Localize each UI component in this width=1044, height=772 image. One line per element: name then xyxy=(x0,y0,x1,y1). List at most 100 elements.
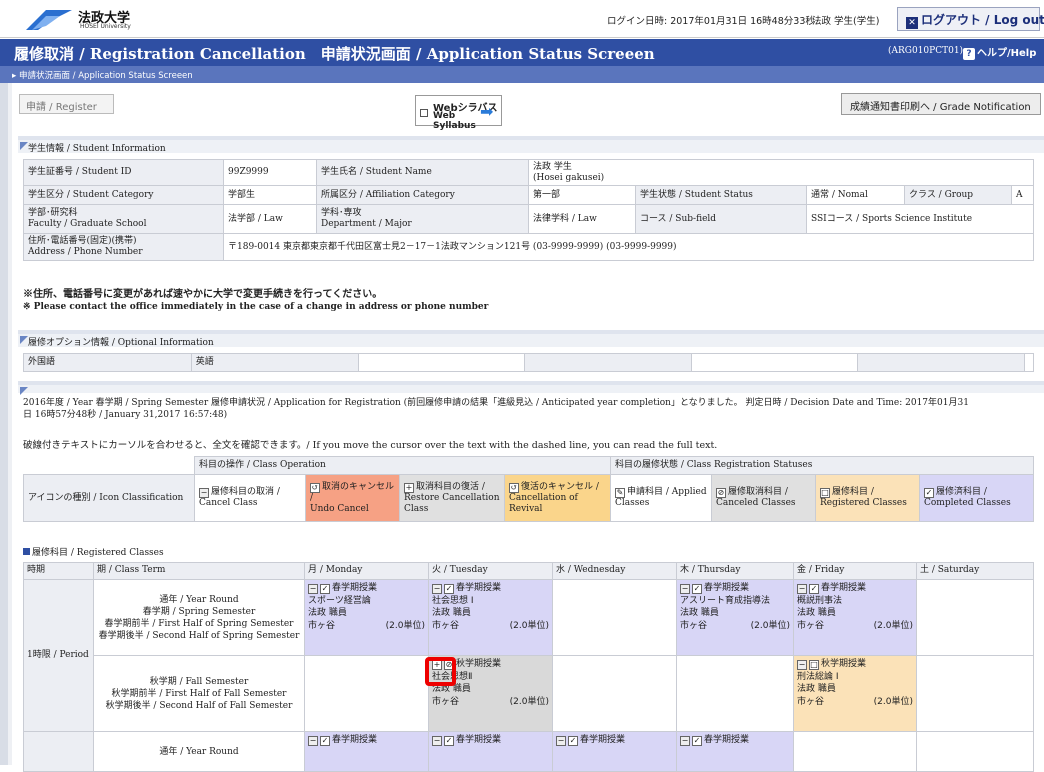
course-label: コース / Sub-field xyxy=(635,204,807,234)
course-term-tag: 春学期授業 xyxy=(332,583,378,593)
term-spring-cell: 通年 / Year Round 春学期 / Spring Semester 春学… xyxy=(93,579,305,656)
completed-check-icon: ✓ xyxy=(444,736,454,746)
course-cell-monday-2[interactable]: − ✓ 春学期授業 xyxy=(304,731,429,772)
cancel-class-icon[interactable]: − xyxy=(680,584,690,594)
course-name: 社会思想 I xyxy=(432,595,474,606)
department-label: 学科･専攻 Department / Major xyxy=(316,204,529,234)
cancel-class-icon[interactable]: − xyxy=(680,736,690,746)
student-id-label: 学生証番号 / Student ID xyxy=(23,159,224,186)
course-cell-friday[interactable]: − ✓ 春学期授業 概説刑事法 法政 職員 市ヶ谷 (2.0単位) xyxy=(793,579,917,656)
course-cell-thursday[interactable]: − ✓ 春学期授業 アスリート育成指導法 法政 職員 市ヶ谷 (2.0単位) xyxy=(676,579,794,656)
course-cell-tuesday[interactable]: − ✓ 春学期授業 社会思想 I 法政 職員 市ヶ谷 (2.0単位) xyxy=(428,579,553,656)
student-status-label: 学生状態 / Student Status xyxy=(635,185,807,205)
course-name: スポーツ経営論 xyxy=(308,595,371,606)
registration-status-line1: 2016年度 / Year 春学期 / Spring Semester 履修申請… xyxy=(23,398,969,408)
arrow-right-icon: ➡ xyxy=(480,102,494,121)
faculty-label: 学部･研究科 Faculty / Graduate School xyxy=(23,204,224,234)
empty-cell xyxy=(690,353,859,372)
university-logo-subtext: HOSEI University xyxy=(80,23,131,30)
registered-icon: □ xyxy=(809,660,819,670)
group-label: クラス / Group xyxy=(904,185,1012,205)
legend-label: 履修済科目 / xyxy=(936,487,987,497)
student-category-value: 学部生 xyxy=(223,185,317,205)
course-cell-wednesday-2[interactable]: − ✓ 春学期授業 xyxy=(552,731,677,772)
col-header-period: 時期 xyxy=(23,562,94,580)
course-teacher: 法政 職員 xyxy=(680,608,719,618)
legend-canceled: ⊘ 履修取消科目 / Canceled Classes xyxy=(711,474,816,522)
student-id-value: 99Z9999 xyxy=(223,159,317,186)
department-value: 法律学科 / Law xyxy=(528,204,636,234)
col-header-thursday: 木 / Thursday xyxy=(676,562,794,580)
term-label: 春学期後半 / Second Half of Spring Semester xyxy=(98,630,300,641)
course-cell-thursday-2[interactable]: − ✓ 春学期授業 xyxy=(676,731,794,772)
course-cell-monday[interactable]: − ✓ 春学期授業 スポーツ経営論 法政 職員 市ヶ谷 (2.0単位) xyxy=(304,579,429,656)
course-teacher: 法政 職員 xyxy=(432,608,471,618)
breadcrumb: ▸ 申請状況画面 / Application Status Screeen xyxy=(0,66,1044,83)
legend-label: Canceled Classes xyxy=(716,498,796,508)
help-button[interactable]: ? ヘルプ/Help xyxy=(963,44,1036,60)
col-header-saturday: 土 / Saturday xyxy=(916,562,1034,580)
department-label-en: Department / Major xyxy=(321,219,412,229)
legend-label: 申請科目 / Applied xyxy=(627,487,707,497)
registered-icon: □ xyxy=(820,488,830,498)
course-cell-friday-fall[interactable]: − □ 秋学期授業 刑法総論 I 法政 職員 市ヶ谷 (2.0単位) xyxy=(793,655,917,732)
course-term-tag: 春学期授業 xyxy=(456,735,502,745)
registration-status-line2: 日 16時57分48秒 / January 31,2017 16:57:48) xyxy=(23,410,228,420)
term-label: 秋学期 / Fall Semester xyxy=(149,676,249,687)
web-syllabus-button[interactable]: Webシラバス Web Syllabus ➡ xyxy=(415,95,502,131)
legend-label: 取消科目の復活 / xyxy=(416,481,485,492)
logout-icon: ✕ xyxy=(906,17,918,29)
completed-check-icon: ✓ xyxy=(444,584,454,594)
breadcrumb-item[interactable]: 申請状況画面 / Application Status Screeen xyxy=(19,71,193,81)
canceled-icon: ⊘ xyxy=(716,488,726,498)
empty-cell xyxy=(1024,353,1034,372)
col-header-term: 期 / Class Term xyxy=(93,562,305,580)
legend-label: 復活のキャンセル / xyxy=(521,481,599,492)
course-term-tag: 春学期授業 xyxy=(704,583,750,593)
registration-header-bar xyxy=(18,381,1044,395)
legend-registered: □ 履修科目 / Registered Classes xyxy=(815,474,920,522)
grade-notification-button[interactable]: 成績通知書印刷へ / Grade Notification xyxy=(841,93,1041,115)
cancel-class-icon[interactable]: − xyxy=(432,736,442,746)
left-stripe-inner xyxy=(8,83,12,765)
term-fall-cell: 秋学期 / Fall Semester 秋学期前半 / First Half o… xyxy=(93,655,305,732)
course-teacher: 法政 職員 xyxy=(797,608,836,618)
course-teacher: 法政 職員 xyxy=(797,684,836,694)
cancel-class-icon[interactable]: − xyxy=(797,660,807,670)
empty-cell-friday xyxy=(793,731,917,772)
address-label-jp: 住所･電話番号(固定)(携帯) xyxy=(28,236,137,246)
legend-label: Class xyxy=(404,503,429,514)
cancel-class-icon[interactable]: − xyxy=(308,736,318,746)
course-credits: (2.0単位) xyxy=(873,696,913,707)
faculty-label-en: Faculty / Graduate School xyxy=(28,219,147,229)
empty-cell-saturday xyxy=(916,579,1034,656)
completed-check-icon: ✓ xyxy=(320,736,330,746)
register-button[interactable]: 申請 / Register xyxy=(19,94,114,114)
course-cell-tuesday-2[interactable]: − ✓ 春学期授業 xyxy=(428,731,553,772)
cancel-class-icon[interactable]: − xyxy=(432,584,442,594)
user-name: 法政 学生(学生) xyxy=(812,16,880,27)
cancel-class-icon[interactable]: − xyxy=(797,584,807,594)
course-teacher: 法政 職員 xyxy=(308,608,347,618)
page-title: 履修取消 / Registration Cancellation 申請状況画面 … xyxy=(14,45,655,63)
col-header-friday: 金 / Friday xyxy=(793,562,917,580)
course-term-tag: 春学期授業 xyxy=(332,735,378,745)
course-term-tag: 春学期授業 xyxy=(456,583,502,593)
cancel-class-icon[interactable]: − xyxy=(556,736,566,746)
course-credits: (2.0単位) xyxy=(509,696,549,707)
icon-legend-table: 科目の操作 / Class Operation 科目の履修状態 / Class … xyxy=(23,456,1034,522)
restore-plus-icon: + xyxy=(404,482,414,493)
student-info-header: 学生情報 / Student Information xyxy=(18,136,1044,154)
legend-cancel-class: − 履修科目の取消 / Cancel Class xyxy=(194,474,306,522)
course-campus: 市ヶ谷 xyxy=(680,620,708,631)
empty-cell xyxy=(24,457,195,475)
language-label: 外国語 xyxy=(23,353,192,372)
empty-cell-wednesday xyxy=(552,655,677,732)
address-label-en: Address / Phone Number xyxy=(28,247,143,257)
logout-button[interactable]: ✕ ログアウト / Log out xyxy=(897,7,1044,31)
course-credits: (2.0単位) xyxy=(385,620,425,631)
cancel-class-icon[interactable]: − xyxy=(308,584,318,594)
legend-undo-cancel: ↺ 取消のキャンセル / Undo Cancel xyxy=(305,474,400,522)
login-datetime: ログイン日時: 2017年01月31日 16時48分33秒 xyxy=(607,16,815,27)
term-label: 通年 / Year Round xyxy=(159,594,239,605)
